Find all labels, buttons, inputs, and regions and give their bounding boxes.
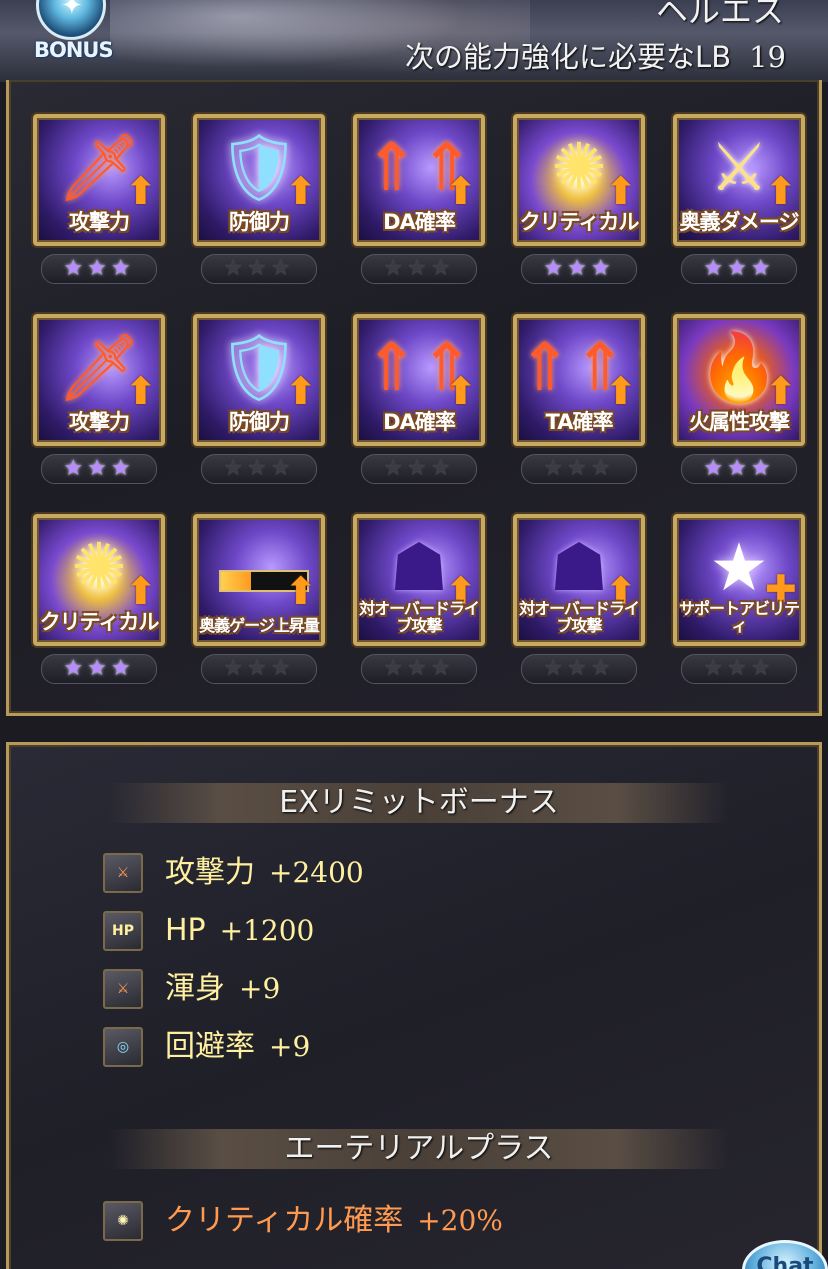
ex-limit-panel: EXリミットボーナス ⚔ 攻撃力 +2400 HP HP +1200 ⚔ 渾身 +9 … xyxy=(6,742,822,1269)
header: BONUS ヘルエス 次の能力強化に必要なLB 19 xyxy=(0,0,828,82)
star-rating: ★★★ xyxy=(681,654,797,684)
next-lb-text: 次の能力強化に必要なLB xyxy=(405,40,732,74)
stat-value: +9 xyxy=(269,1030,311,1063)
stat-row: ✺ クリティカル確率 +20% xyxy=(103,1201,703,1245)
lb-cell[interactable]: ⇑⇑⇑⬆TA確率 ★★★ xyxy=(513,314,645,486)
lb-row-2: 🗡⬆攻撃力 ★★★ 🛡⬆防御力 ★★★ ⇑⇑⬆DA確率 ★★★ ⇑⇑⇑⬆TA確率… xyxy=(29,314,805,490)
lb-cell[interactable]: ★ ✚ サポートアビリティ ★★★ xyxy=(673,514,805,686)
stat-name: 渾身 xyxy=(165,971,225,1006)
lb-cell[interactable]: 🛡 ⬆ 防御力 ★★★ xyxy=(193,314,325,486)
stat-row: HP HP +1200 xyxy=(103,911,703,955)
bonus-label: BONUS xyxy=(34,38,114,62)
stat-name: 攻撃力 xyxy=(165,855,255,890)
critical-icon: ✺ ⬆ クリティカル xyxy=(513,114,645,246)
star-rating: ★★★ xyxy=(41,454,157,484)
ougi-damage-icon: ⚔ ⬆ 奥義ダメージ xyxy=(673,114,805,246)
star-rating: ★★★ xyxy=(41,654,157,684)
ethereal-plus-title: エーテリアルプラス xyxy=(109,1129,729,1169)
hp-icon: HP xyxy=(103,911,143,951)
stat-name: クリティカル確率 xyxy=(165,1203,404,1238)
stat-value: +20% xyxy=(417,1204,503,1237)
star-rating: ★★★ xyxy=(521,654,637,684)
shield-icon: ◎ xyxy=(103,1027,143,1067)
lb-cell[interactable]: 🗡 ⬆ 攻撃力 ★★★ xyxy=(33,114,165,286)
defense-icon: 🛡 ⬆ 防御力 xyxy=(193,114,325,246)
double-attack-icon: ⇑⇑ ⬆ DA確率 xyxy=(353,114,485,246)
lb-cell[interactable]: ✺ ⬆ クリティカル ★★★ xyxy=(513,114,645,286)
defense-icon: 🛡 ⬆ 防御力 xyxy=(193,314,325,446)
star-rating: ★★★ xyxy=(361,254,477,284)
lb-cell[interactable]: ⇑⇑ ⬆ DA確率 ★★★ xyxy=(353,314,485,486)
star-rating: ★★★ xyxy=(201,254,317,284)
support-ability-icon: ★ ✚ サポートアビリティ xyxy=(673,514,805,646)
stat-name: HP xyxy=(165,913,206,948)
lb-cell[interactable]: 🛡 ⬆ 防御力 ★★★ xyxy=(193,114,325,286)
ex-limit-bonus-title: EXリミットボーナス xyxy=(109,783,729,823)
attack-icon: 🗡 ⬆ 攻撃力 xyxy=(33,114,165,246)
sword-icon: ⚔ xyxy=(103,969,143,1009)
star-rating: ★★★ xyxy=(361,654,477,684)
double-attack-icon: ⇑⇑ ⬆ DA確率 xyxy=(353,314,485,446)
sword-icon: ⚔ xyxy=(103,853,143,893)
stat-value: +2400 xyxy=(269,856,364,889)
star-rating: ★★★ xyxy=(201,654,317,684)
bonus-orb-icon xyxy=(36,0,106,40)
lb-row-1: 🗡 ⬆ 攻撃力 ★★★ 🛡 ⬆ 防御力 ★★★ ⇑⇑ ⬆ DA確率 ★★★ ✺ ⬆ クリティカル… xyxy=(29,114,805,290)
lb-cell[interactable]: 🗡 ⬆ 攻撃力 ★★★ xyxy=(33,314,165,486)
critical-icon: ✺ ⬆ クリティカル xyxy=(33,514,165,646)
lb-cell[interactable]: ✺ ⬆ クリティカル ★★★ xyxy=(33,514,165,686)
lb-cell[interactable]: ⬆ 奥義ゲージ上昇量 ★★★ xyxy=(193,514,325,686)
overdrive-attack-icon: ☗ ⬆ 対オーバードライブ攻撃 xyxy=(353,514,485,646)
overdrive-attack-icon: ☗ ⬆ 対オーバードライブ攻撃 xyxy=(513,514,645,646)
lb-cell[interactable]: ☗ ⬆ 対オーバードライブ攻撃 ★★★ xyxy=(353,514,485,686)
lb-cell[interactable]: ⚔ ⬆ 奥義ダメージ ★★★ xyxy=(673,114,805,286)
gauge-up-icon: ⬆ 奥義ゲージ上昇量 xyxy=(193,514,325,646)
next-lb-value: 19 xyxy=(749,40,786,74)
star-rating: ★★★ xyxy=(681,254,797,284)
fire-attack-icon: 🔥 ⬆ 火属性攻撃 xyxy=(673,314,805,446)
next-lb-requirement: 次の能力強化に必要なLB 19 xyxy=(405,34,786,76)
critical-icon: ✺ xyxy=(103,1201,143,1241)
star-rating: ★★★ xyxy=(521,454,637,484)
triple-attack-icon: ⇑⇑⇑⬆TA確率 xyxy=(513,314,645,446)
stat-value: +9 xyxy=(239,972,281,1005)
lb-cell[interactable]: ☗ ⬆ 対オーバードライブ攻撃 ★★★ xyxy=(513,514,645,686)
star-rating: ★★★ xyxy=(41,254,157,284)
star-rating: ★★★ xyxy=(201,454,317,484)
lb-row-3: ✺ ⬆ クリティカル ★★★ ⬆ 奥義ゲージ上昇量 ★★★ ☗ ⬆ 対オーバードライブ攻撃… xyxy=(29,514,805,690)
character-name: ヘルエス xyxy=(655,0,784,30)
bonus-badge[interactable]: BONUS xyxy=(30,0,116,70)
attack-icon: 🗡 ⬆ 攻撃力 xyxy=(33,314,165,446)
stat-row: ⚔ 攻撃力 +2400 xyxy=(103,853,703,897)
lb-grid-panel: 🗡 ⬆ 攻撃力 ★★★ 🛡 ⬆ 防御力 ★★★ ⇑⇑ ⬆ DA確率 ★★★ ✺ ⬆ クリティカル… xyxy=(6,80,822,716)
stat-name: 回避率 xyxy=(165,1029,255,1064)
lb-cell[interactable]: 🔥 ⬆ 火属性攻撃 ★★★ xyxy=(673,314,805,486)
star-rating: ★★★ xyxy=(361,454,477,484)
stat-row: ⚔ 渾身 +9 xyxy=(103,969,703,1013)
star-rating: ★★★ xyxy=(681,454,797,484)
lb-cell[interactable]: ⇑⇑ ⬆ DA確率 ★★★ xyxy=(353,114,485,286)
stat-value: +1200 xyxy=(219,914,315,947)
stat-row: ◎ 回避率 +9 xyxy=(103,1027,703,1071)
star-rating: ★★★ xyxy=(521,254,637,284)
